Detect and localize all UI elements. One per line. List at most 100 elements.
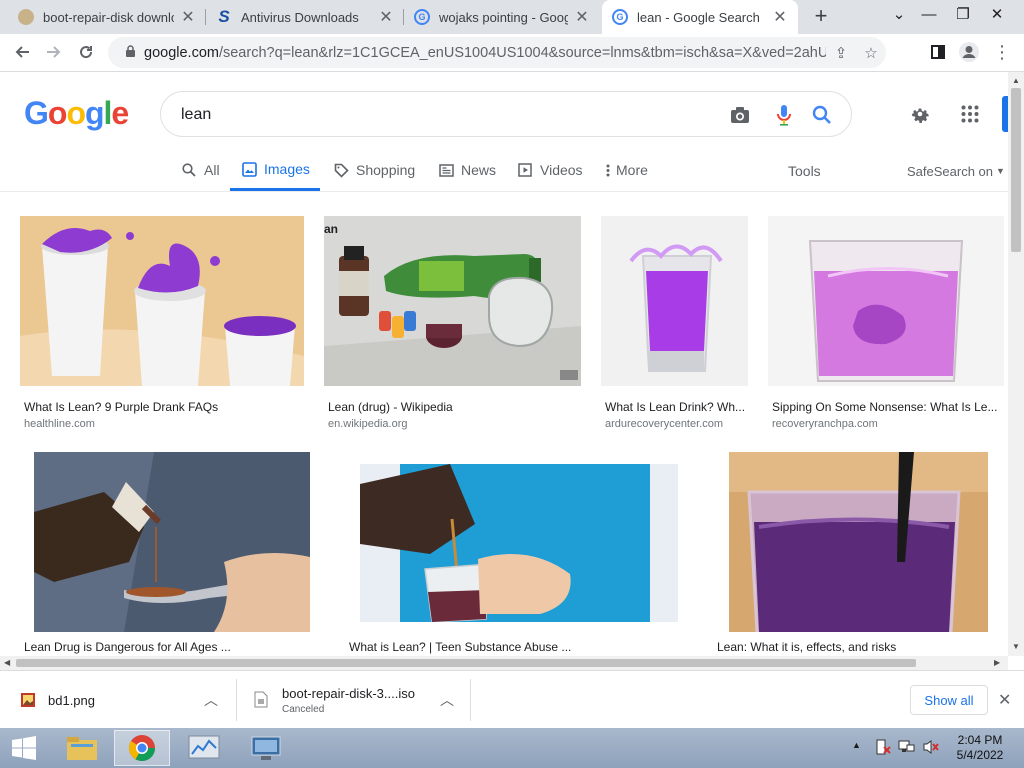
image-result[interactable]: What Is Lean Drink? Wh... ardurecoveryce… xyxy=(601,216,748,436)
result-thumbnail[interactable] xyxy=(20,216,304,386)
apps-grid-icon[interactable] xyxy=(954,98,986,130)
search-input[interactable] xyxy=(181,102,701,128)
tab-label: Images xyxy=(264,161,310,177)
tab-images[interactable]: Images xyxy=(230,150,320,191)
tab-label: News xyxy=(461,162,497,178)
result-caption[interactable]: Lean: What it is, effects, and risks xyxy=(717,640,1004,654)
system-clock[interactable]: 2:04 PM 5/4/2022 xyxy=(952,733,1008,763)
settings-gear-icon[interactable] xyxy=(904,98,936,130)
camera-icon[interactable] xyxy=(725,100,755,130)
download-item[interactable]: boot-repair-disk-3....iso Canceled ︿ xyxy=(254,671,464,729)
scroll-right-icon[interactable]: ▶ xyxy=(994,658,1000,667)
remote-desktop-icon[interactable] xyxy=(238,730,294,766)
scroll-up-icon[interactable]: ▲ xyxy=(1012,76,1020,85)
side-panel-icon[interactable] xyxy=(924,38,952,66)
tab-label: More xyxy=(616,162,648,178)
volume-muted-icon[interactable] xyxy=(922,738,940,761)
result-thumbnail[interactable] xyxy=(729,452,988,632)
star-icon[interactable]: ☆ xyxy=(856,44,886,62)
download-item[interactable]: bd1.png ︿ xyxy=(20,671,230,729)
task-manager-icon[interactable] xyxy=(176,730,232,766)
tab-more[interactable]: More xyxy=(604,150,648,190)
caret-down-icon: ▼ xyxy=(996,166,1005,176)
tab-label: Videos xyxy=(540,162,583,178)
lock-icon[interactable] xyxy=(116,44,144,61)
browser-tab[interactable]: G wojaks pointing - Google ✕ xyxy=(404,0,600,34)
show-all-button[interactable]: Show all xyxy=(910,685,988,715)
browser-tab-active[interactable]: G lean - Google Search ✕ xyxy=(602,0,798,34)
search-nav-tabs: All Images Shopping News Videos More Too… xyxy=(0,150,1008,192)
result-caption[interactable]: What Is Lean? 9 Purple Drank FAQs xyxy=(24,400,304,414)
scroll-left-icon[interactable]: ◀ xyxy=(4,658,10,667)
tab-title: boot-repair-disk downloa xyxy=(43,9,174,25)
tools-button[interactable]: Tools xyxy=(788,151,821,191)
chrome-icon[interactable] xyxy=(114,730,170,766)
microphone-icon[interactable] xyxy=(769,100,799,130)
result-thumbnail[interactable] xyxy=(768,216,1004,386)
browser-tab[interactable]: S Antivirus Downloads ✕ xyxy=(206,0,404,34)
result-thumbnail[interactable] xyxy=(34,452,310,632)
result-caption[interactable]: Sipping On Some Nonsense: What Is Le... xyxy=(772,400,1000,414)
google-logo[interactable]: Google xyxy=(24,95,129,132)
close-icon[interactable]: ✕ xyxy=(378,7,394,27)
scrollbar-thumb[interactable] xyxy=(16,659,916,667)
result-caption[interactable]: Lean Drug is Dangerous for All Ages ... xyxy=(24,640,324,654)
image-result[interactable]: What is Lean? | Teen Substance Abuse ... xyxy=(345,452,695,656)
minimize-icon[interactable]: — xyxy=(912,0,946,30)
image-result[interactable]: Lean Drug is Dangerous for All Ages ... xyxy=(20,452,325,656)
result-thumbnail[interactable] xyxy=(360,464,678,622)
horizontal-scrollbar[interactable]: ◀ ▶ xyxy=(0,656,1008,670)
restore-icon[interactable]: ❐ xyxy=(946,0,980,30)
start-button[interactable] xyxy=(0,730,48,766)
file-explorer-icon[interactable] xyxy=(54,730,110,766)
close-icon[interactable]: ✕ xyxy=(180,7,196,27)
browser-tab[interactable]: boot-repair-disk downloa ✕ xyxy=(8,0,206,34)
tab-search-icon[interactable]: ⌄ xyxy=(882,0,916,30)
close-icon[interactable]: ✕ xyxy=(574,7,590,27)
tab-all[interactable]: All xyxy=(180,150,220,190)
browser-toolbar: google.com/search?q=lean&rlz=1C1GCEA_enU… xyxy=(0,34,1024,72)
vertical-scrollbar[interactable]: ▲ ▼ xyxy=(1008,72,1024,656)
divider xyxy=(470,679,471,721)
url-text: google.com/search?q=lean&rlz=1C1GCEA_enU… xyxy=(144,45,826,61)
image-result[interactable]: Lean: What it is, effects, and risks xyxy=(713,452,1004,656)
scrollbar-thumb[interactable] xyxy=(1011,88,1021,252)
result-caption[interactable]: What is Lean? | Teen Substance Abuse ... xyxy=(349,640,695,654)
tab-label: All xyxy=(204,162,220,178)
google-g-icon: G xyxy=(612,9,628,25)
logo-letter: G xyxy=(24,95,49,131)
result-caption[interactable]: What Is Lean Drink? Wh... xyxy=(605,400,748,414)
share-icon[interactable]: ⇪ xyxy=(826,44,856,62)
close-window-icon[interactable]: ✕ xyxy=(980,0,1014,30)
reload-icon[interactable] xyxy=(72,38,100,66)
search-box xyxy=(160,91,852,137)
file-icon xyxy=(254,691,270,709)
tab-news[interactable]: News xyxy=(437,150,496,190)
image-icon xyxy=(240,160,258,178)
close-icon[interactable]: ✕ xyxy=(772,7,788,27)
tab-videos[interactable]: Videos xyxy=(516,150,583,190)
image-result[interactable]: an Lean (drug) - Wikipedia en.wikipedia.… xyxy=(324,216,581,436)
logo-letter: o xyxy=(66,95,86,131)
result-thumbnail[interactable] xyxy=(601,216,748,386)
search-icon[interactable] xyxy=(807,100,837,130)
back-icon[interactable] xyxy=(8,38,36,66)
action-center-icon[interactable] xyxy=(874,738,892,761)
chevron-up-icon[interactable]: ︿ xyxy=(204,690,218,710)
image-result[interactable]: Sipping On Some Nonsense: What Is Le... … xyxy=(768,216,1004,436)
close-icon[interactable]: ✕ xyxy=(998,690,1011,710)
forward-icon[interactable] xyxy=(40,38,68,66)
tab-shopping[interactable]: Shopping xyxy=(332,150,415,190)
image-result[interactable]: What Is Lean? 9 Purple Drank FAQs health… xyxy=(20,216,304,436)
chevron-up-icon[interactable]: ︿ xyxy=(440,690,454,710)
show-hidden-icons[interactable]: ▲ xyxy=(852,740,861,750)
new-tab-button[interactable]: + xyxy=(808,4,834,30)
result-thumbnail[interactable]: an xyxy=(324,216,581,386)
network-icon[interactable] xyxy=(898,738,916,761)
profile-avatar-icon[interactable] xyxy=(955,38,983,66)
address-bar[interactable]: google.com/search?q=lean&rlz=1C1GCEA_enU… xyxy=(108,37,886,68)
safesearch-button[interactable]: SafeSearch on ▼ xyxy=(907,151,1005,191)
result-caption[interactable]: Lean (drug) - Wikipedia xyxy=(328,400,581,414)
browser-menu-icon[interactable]: ⋮ xyxy=(988,38,1016,66)
scroll-down-icon[interactable]: ▼ xyxy=(1012,642,1020,651)
